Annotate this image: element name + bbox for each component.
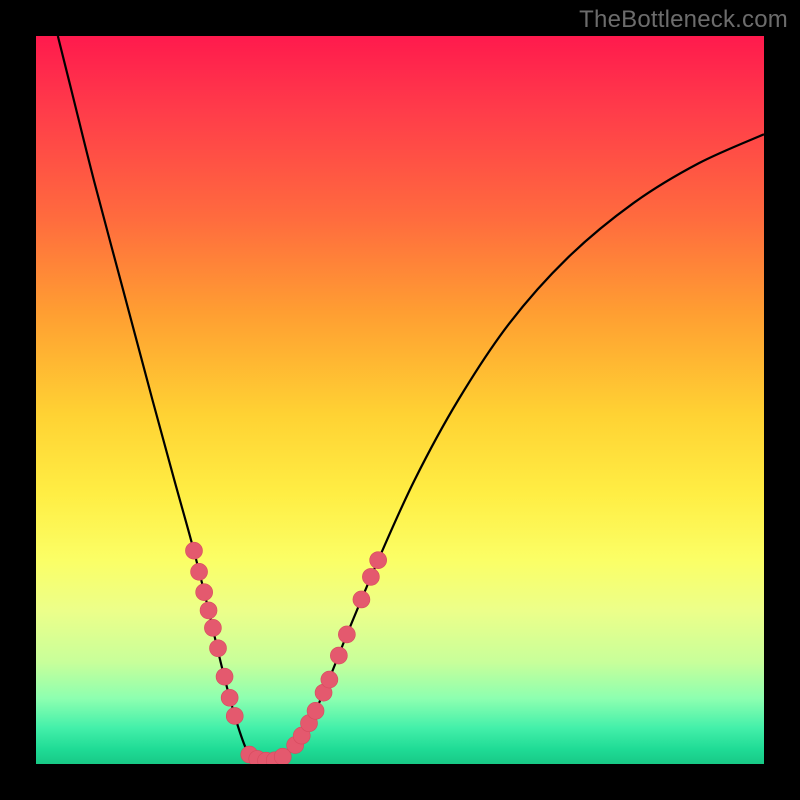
data-marker bbox=[362, 568, 379, 585]
data-marker bbox=[185, 542, 202, 559]
plot-area bbox=[36, 36, 764, 764]
bottleneck-curve-svg bbox=[36, 36, 764, 764]
data-marker bbox=[221, 689, 238, 706]
data-marker bbox=[353, 591, 370, 608]
data-marker bbox=[210, 640, 227, 657]
data-marker bbox=[200, 602, 217, 619]
chart-frame: TheBottleneck.com bbox=[0, 0, 800, 800]
data-marker bbox=[226, 707, 243, 724]
data-marker bbox=[191, 563, 208, 580]
data-marker bbox=[196, 584, 213, 601]
data-markers bbox=[185, 542, 386, 764]
data-marker bbox=[307, 702, 324, 719]
data-marker bbox=[330, 647, 347, 664]
data-marker bbox=[338, 626, 355, 643]
data-marker bbox=[204, 619, 221, 636]
watermark-label: TheBottleneck.com bbox=[579, 6, 788, 34]
data-marker bbox=[321, 671, 338, 688]
data-marker bbox=[216, 668, 233, 685]
bottleneck-curve bbox=[58, 36, 764, 761]
data-marker bbox=[370, 552, 387, 569]
